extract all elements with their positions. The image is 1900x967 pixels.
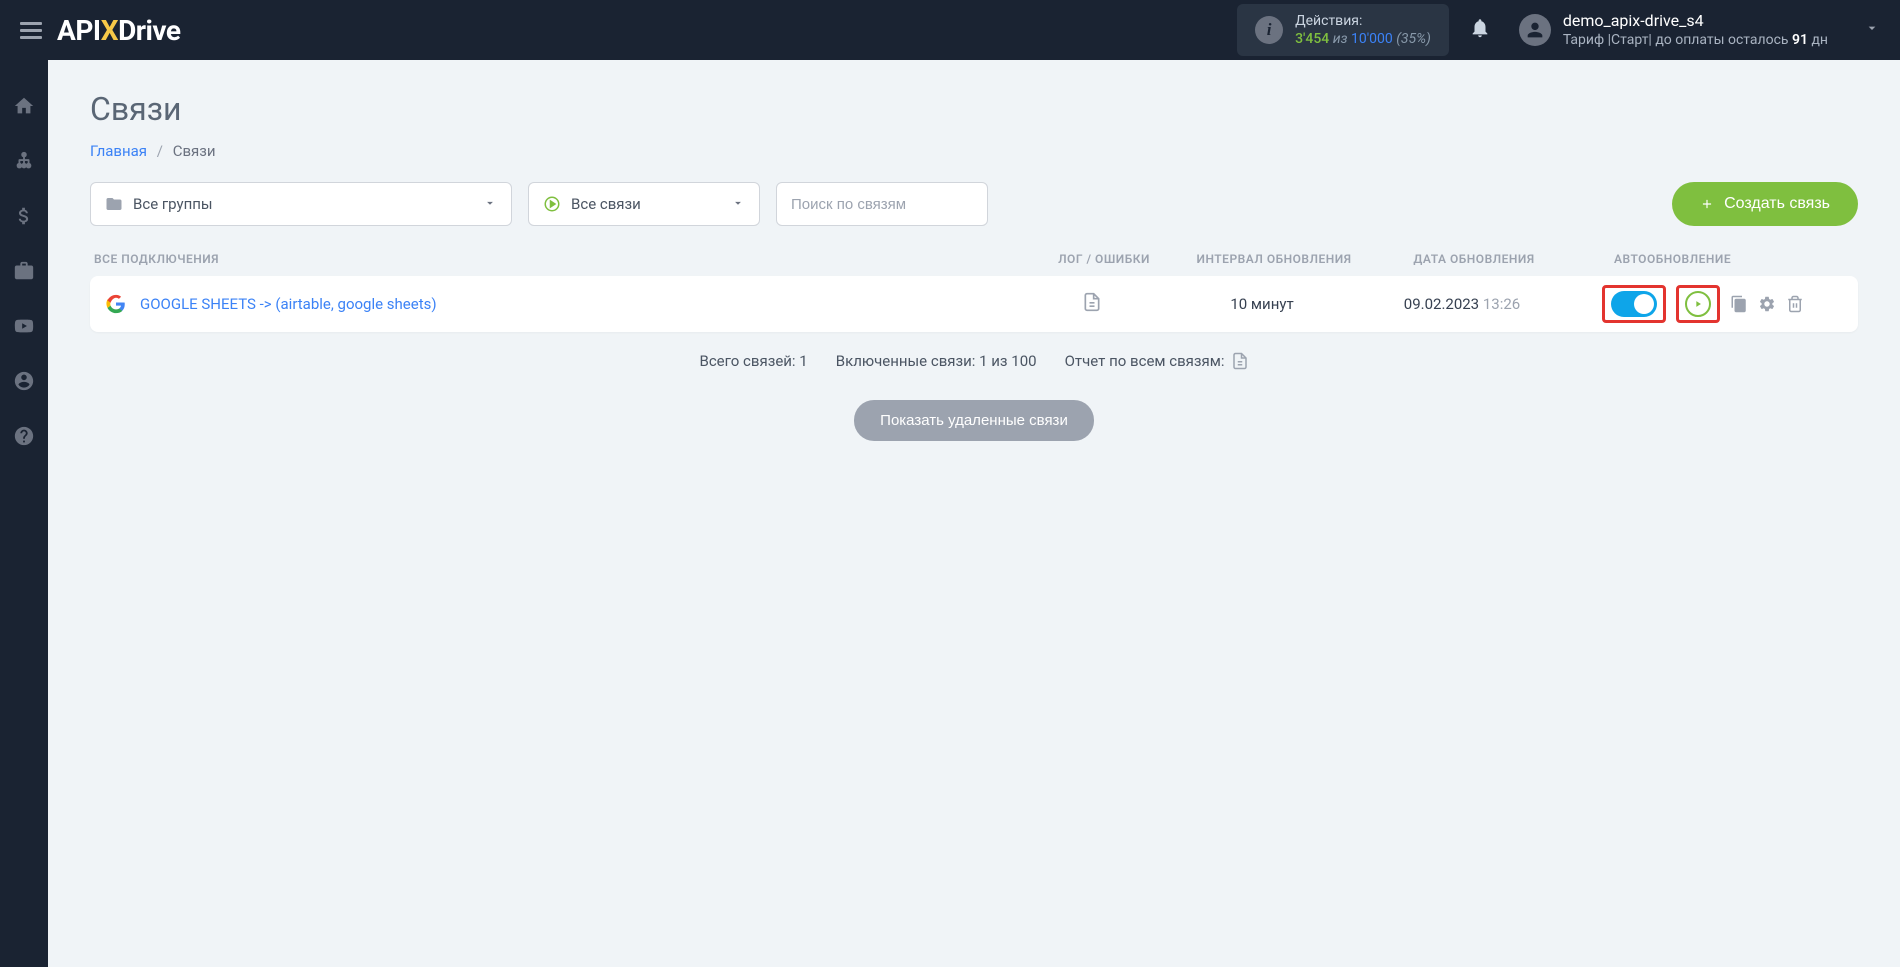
interval-value: 10 минут [1162, 295, 1362, 313]
row-actions [1562, 285, 1842, 323]
show-deleted-button[interactable]: Показать удаленные связи [854, 400, 1094, 441]
logo[interactable]: APIXDrive [57, 14, 181, 47]
sidebar [0, 60, 48, 967]
col-log: ЛОГ / ОШИБКИ [1034, 252, 1174, 266]
settings-button[interactable] [1758, 295, 1776, 313]
breadcrumb: Главная / Связи [90, 142, 1858, 160]
col-name: ВСЕ ПОДКЛЮЧЕНИЯ [94, 252, 1034, 266]
gear-icon [1758, 295, 1776, 313]
sidebar-youtube-icon[interactable] [0, 315, 48, 337]
search-input[interactable] [776, 182, 988, 226]
chevron-down-icon[interactable] [1864, 20, 1880, 40]
document-icon [1231, 352, 1249, 370]
notifications-icon[interactable] [1469, 17, 1491, 43]
table-header: ВСЕ ПОДКЛЮЧЕНИЯ ЛОГ / ОШИБКИ ИНТЕРВАЛ ОБ… [90, 252, 1858, 276]
summary-row: Всего связей: 1 Включенные связи: 1 из 1… [90, 352, 1858, 370]
document-icon [1082, 292, 1102, 312]
sidebar-toolbox-icon[interactable] [0, 260, 48, 282]
create-connection-button[interactable]: Создать связь [1672, 182, 1858, 226]
filter-controls: Все группы Все связи Создать связь [90, 182, 1858, 226]
page-title: Связи [90, 90, 1858, 128]
sidebar-account-icon[interactable] [0, 370, 48, 392]
folder-icon [105, 195, 123, 213]
trash-icon [1786, 295, 1804, 313]
sidebar-connections-icon[interactable] [0, 150, 48, 172]
summary-enabled: Включенные связи: 1 из 100 [836, 352, 1037, 370]
col-date: ДАТА ОБНОВЛЕНИЯ [1374, 252, 1574, 266]
sidebar-home-icon[interactable] [0, 95, 48, 117]
actions-label: Действия: [1295, 12, 1431, 30]
user-name: demo_apix-drive_s4 [1563, 11, 1828, 32]
table-row: GOOGLE SHEETS -> (airtable, google sheet… [90, 276, 1858, 332]
chevron-down-icon [731, 195, 745, 214]
sidebar-help-icon[interactable] [0, 425, 48, 447]
highlight-toggle [1602, 285, 1666, 323]
run-now-button[interactable] [1685, 291, 1711, 317]
info-icon: i [1255, 16, 1283, 44]
actions-counter[interactable]: i Действия: 3'454 из 10'000 (35%) [1237, 4, 1449, 56]
top-header: APIXDrive i Действия: 3'454 из 10'000 (3… [0, 0, 1900, 60]
chevron-down-icon [483, 195, 497, 214]
highlight-play [1676, 285, 1720, 323]
col-interval: ИНТЕРВАЛ ОБНОВЛЕНИЯ [1174, 252, 1374, 266]
google-icon [106, 294, 126, 314]
status-select[interactable]: Все связи [528, 182, 760, 226]
log-button[interactable] [1022, 292, 1162, 316]
play-icon [1693, 299, 1703, 309]
col-auto: АВТООБНОВЛЕНИЕ [1574, 252, 1854, 266]
delete-button[interactable] [1786, 295, 1804, 313]
tariff-info: Тариф |Старт| до оплаты осталось 91 дн [1563, 31, 1828, 49]
hamburger-menu-icon[interactable] [20, 22, 42, 39]
groups-select[interactable]: Все группы [90, 182, 512, 226]
connection-link[interactable]: GOOGLE SHEETS -> (airtable, google sheet… [140, 295, 1022, 313]
sidebar-billing-icon[interactable] [0, 205, 48, 227]
plus-icon [1700, 197, 1714, 211]
user-menu[interactable]: demo_apix-drive_s4 Тариф |Старт| до опла… [1519, 11, 1880, 50]
summary-total: Всего связей: 1 [699, 352, 807, 370]
copy-button[interactable] [1730, 295, 1748, 313]
date-value: 09.02.2023 13:26 [1362, 295, 1562, 313]
avatar-icon [1519, 14, 1551, 46]
play-circle-icon [543, 195, 561, 213]
summary-report[interactable]: Отчет по всем связям: [1065, 352, 1249, 370]
actions-stat: 3'454 из 10'000 (35%) [1295, 30, 1431, 48]
main-content: Связи Главная / Связи Все группы Все свя… [48, 60, 1900, 967]
auto-update-toggle[interactable] [1611, 291, 1657, 317]
copy-icon [1730, 295, 1748, 313]
breadcrumb-home[interactable]: Главная [90, 142, 147, 160]
breadcrumb-current: Связи [173, 142, 216, 160]
